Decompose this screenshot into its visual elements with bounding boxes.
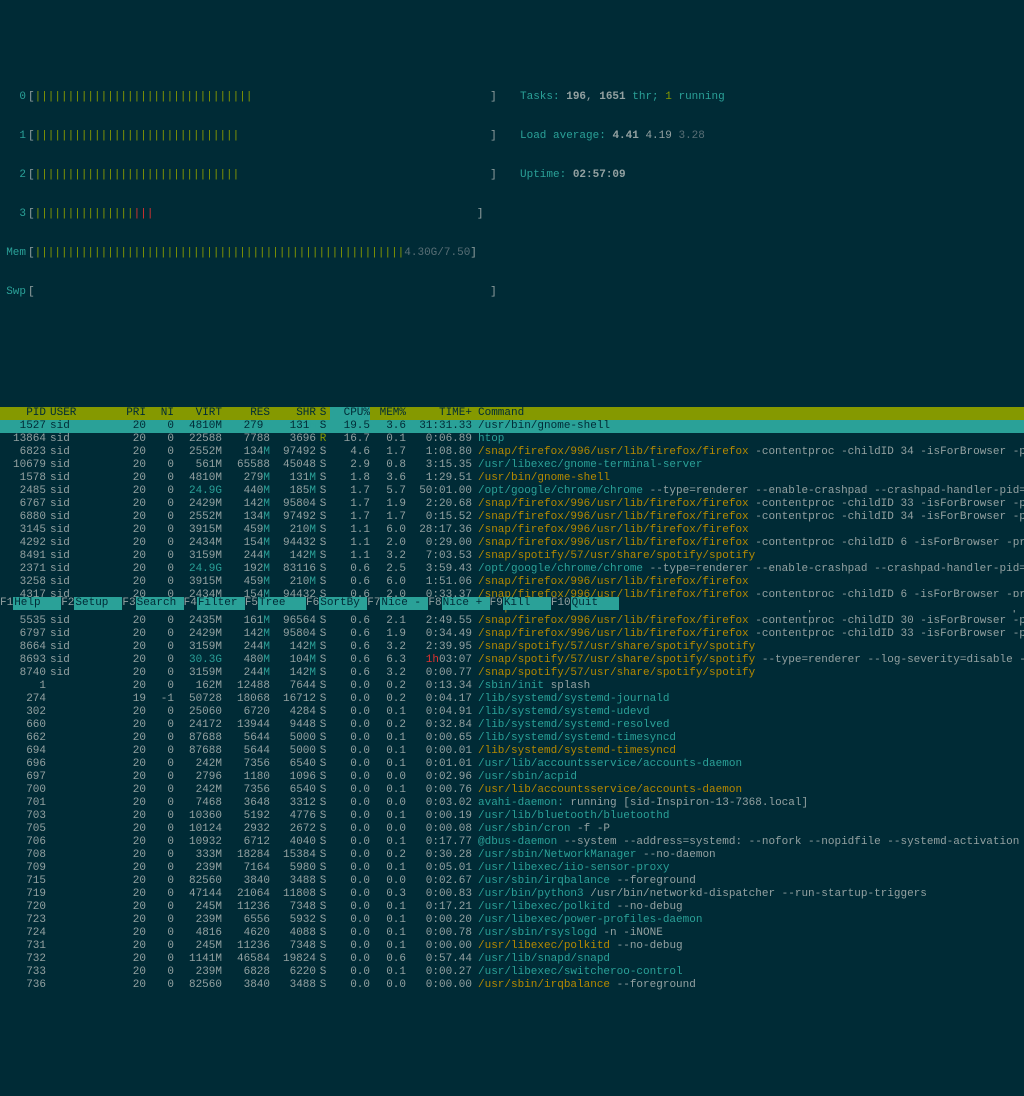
process-row[interactable]: 2485sid20024.9G440M185MS1.75.750:01.00/o… [0, 485, 1024, 498]
process-row[interactable]: 724200481646204088S0.00.10:00.78/usr/sbi… [0, 927, 1024, 940]
process-row[interactable]: 6823sid2002552M134M97492S4.61.71:08.80/s… [0, 446, 1024, 459]
process-row[interactable]: 708200333M1828415384S0.00.20:30.28/usr/s… [0, 849, 1024, 862]
process-row[interactable]: 7152008256038403488S0.00.00:02.67/usr/sb… [0, 875, 1024, 888]
fkey-number: F7 [367, 597, 380, 610]
process-row[interactable]: 719200471442106411808S0.00.30:00.83/usr/… [0, 888, 1024, 901]
process-row[interactable]: 696200242M73566540S0.00.10:01.01/usr/lib… [0, 758, 1024, 771]
col-pri[interactable]: PRI [116, 407, 146, 420]
mem-text: 4.30G/7.50 [404, 247, 470, 260]
process-row[interactable]: 697200279611801096S0.00.00:02.96/usr/sbi… [0, 771, 1024, 784]
fkey-sortby[interactable]: SortBy [319, 597, 367, 610]
process-row[interactable]: 6622008768856445000S0.00.10:00.65/lib/sy… [0, 732, 1024, 745]
process-row[interactable]: 700200242M73566540S0.00.10:00.76/usr/lib… [0, 784, 1024, 797]
process-row[interactable]: 13864sid2002258877883696R16.70.10:06.89h… [0, 433, 1024, 446]
col-s[interactable]: S [316, 407, 330, 420]
fkey-number: F9 [490, 597, 503, 610]
process-row[interactable]: 8740sid2003159M244M142MS0.63.20:00.77/sn… [0, 667, 1024, 680]
process-row[interactable]: 731200245M112367348S0.00.10:00.00/usr/li… [0, 940, 1024, 953]
col-time[interactable]: TIME+ [406, 407, 472, 420]
mem-label: Mem [0, 247, 28, 260]
fkey-number: F3 [122, 597, 135, 610]
process-row[interactable]: 6942008768856445000S0.00.10:00.01/lib/sy… [0, 745, 1024, 758]
fkey-number: F8 [428, 597, 441, 610]
process-row[interactable]: 1527sid2004810M279M131MS19.53.631:31.33/… [0, 420, 1024, 433]
process-row[interactable]: 7062001093267124040S0.00.10:17.77@dbus-d… [0, 836, 1024, 849]
fkey-number: F1 [0, 597, 13, 610]
col-virt[interactable]: VIRT [174, 407, 222, 420]
fkey-number: F4 [184, 597, 197, 610]
fkey-filter[interactable]: Filter [197, 597, 245, 610]
process-row[interactable]: 6797sid2002429M142M95804S0.61.90:34.49/s… [0, 628, 1024, 641]
cpu1-label: 1 [0, 130, 28, 143]
fkey-quit[interactable]: Quit [571, 597, 619, 610]
process-row[interactable]: 723200239M65565932S0.00.10:00.20/usr/lib… [0, 914, 1024, 927]
cpu3-label: 3 [0, 208, 28, 221]
function-keys-bar[interactable]: F1HelpF2SetupF3SearchF4FilterF5TreeF6Sor… [0, 597, 1024, 610]
process-row[interactable]: 10679sid200561M6558845048S2.90.83:15.35/… [0, 459, 1024, 472]
fkey-kill[interactable]: Kill [503, 597, 551, 610]
process-row[interactable]: 6767sid2002429M142M95804S1.71.92:20.68/s… [0, 498, 1024, 511]
process-row[interactable]: 27419-1507281806816712S0.00.20:04.17/lib… [0, 693, 1024, 706]
process-row[interactable]: 3258sid2003915M459M210MS0.66.01:51.06/sn… [0, 576, 1024, 589]
fkey-nice-[interactable]: Nice + [442, 597, 490, 610]
fkey-setup[interactable]: Setup [74, 597, 122, 610]
fkey-number: F5 [245, 597, 258, 610]
process-row[interactable]: 3022002506067204284S0.00.10:04.91/lib/sy… [0, 706, 1024, 719]
process-row[interactable]: 66020024172139449448S0.00.20:32.84/lib/s… [0, 719, 1024, 732]
col-shr[interactable]: SHR [270, 407, 316, 420]
header-stats: Tasks: 196, 1651 thr; 1 running Load ave… [520, 65, 725, 208]
col-mem[interactable]: MEM% [370, 407, 406, 420]
cpu2-label: 2 [0, 169, 28, 182]
col-pid[interactable]: PID [0, 407, 46, 420]
fkey-number: F10 [551, 597, 571, 610]
process-row[interactable]: 5535sid2002435M161M96564S0.62.12:49.55/s… [0, 615, 1024, 628]
process-row[interactable]: 720200245M112367348S0.00.10:17.21/usr/li… [0, 901, 1024, 914]
process-row[interactable]: 733200239M68286220S0.00.10:00.27/usr/lib… [0, 966, 1024, 979]
col-ni[interactable]: NI [146, 407, 174, 420]
process-row[interactable]: 7362008256038403488S0.00.00:00.00/usr/sb… [0, 979, 1024, 992]
col-res[interactable]: RES [222, 407, 270, 420]
fkey-number: F2 [61, 597, 74, 610]
process-row[interactable]: 8664sid2003159M244M142MS0.63.22:39.95/sn… [0, 641, 1024, 654]
process-table[interactable]: PID USER PRI NI VIRT RES SHR S CPU% MEM%… [0, 407, 1024, 992]
process-row[interactable]: 2371sid20024.9G192M83116S0.62.53:59.43/o… [0, 563, 1024, 576]
process-row[interactable]: 709200239M71645980S0.00.10:05.01/usr/lib… [0, 862, 1024, 875]
fkey-search[interactable]: Search [136, 597, 184, 610]
column-header-row[interactable]: PID USER PRI NI VIRT RES SHR S CPU% MEM%… [0, 407, 1024, 420]
process-row[interactable]: 8491sid2003159M244M142MS1.13.27:03.53/sn… [0, 550, 1024, 563]
process-row[interactable]: 8693sid20030.3G480M104MS0.66.31h03:07/sn… [0, 654, 1024, 667]
process-row[interactable]: 7032001036051924776S0.00.10:00.19/usr/li… [0, 810, 1024, 823]
process-row[interactable]: 3145sid2003915M459M210MS1.16.028:17.36/s… [0, 524, 1024, 537]
process-row[interactable]: 6880sid2002552M134M97492S1.71.70:15.52/s… [0, 511, 1024, 524]
col-cmd[interactable]: Command [472, 407, 1024, 420]
process-row[interactable]: 1200162M124887644S0.00.20:13.34/sbin/ini… [0, 680, 1024, 693]
swap-label: Swp [0, 286, 28, 299]
process-row[interactable]: 4292sid2002434M154M94432S1.12.00:29.00/s… [0, 537, 1024, 550]
fkey-help[interactable]: Help [13, 597, 61, 610]
fkey-number: F6 [306, 597, 319, 610]
process-row[interactable]: 701200746836483312S0.00.00:03.02avahi-da… [0, 797, 1024, 810]
process-row[interactable]: 7322001141M4658419824S0.00.60:57.44/usr/… [0, 953, 1024, 966]
col-cpu[interactable]: CPU% [330, 407, 370, 420]
meters-area: 0[||||||||||||||||||||||||||||||||| ] 1[… [0, 65, 1024, 338]
col-user[interactable]: USER [46, 407, 116, 420]
process-row[interactable]: 1578sid2004810M279M131MS1.83.61:29.51/us… [0, 472, 1024, 485]
fkey-tree[interactable]: Tree [258, 597, 306, 610]
cpu0-label: 0 [0, 91, 28, 104]
process-row[interactable]: 7052001012429322672S0.00.00:00.08/usr/sb… [0, 823, 1024, 836]
fkey-nice-[interactable]: Nice - [380, 597, 428, 610]
